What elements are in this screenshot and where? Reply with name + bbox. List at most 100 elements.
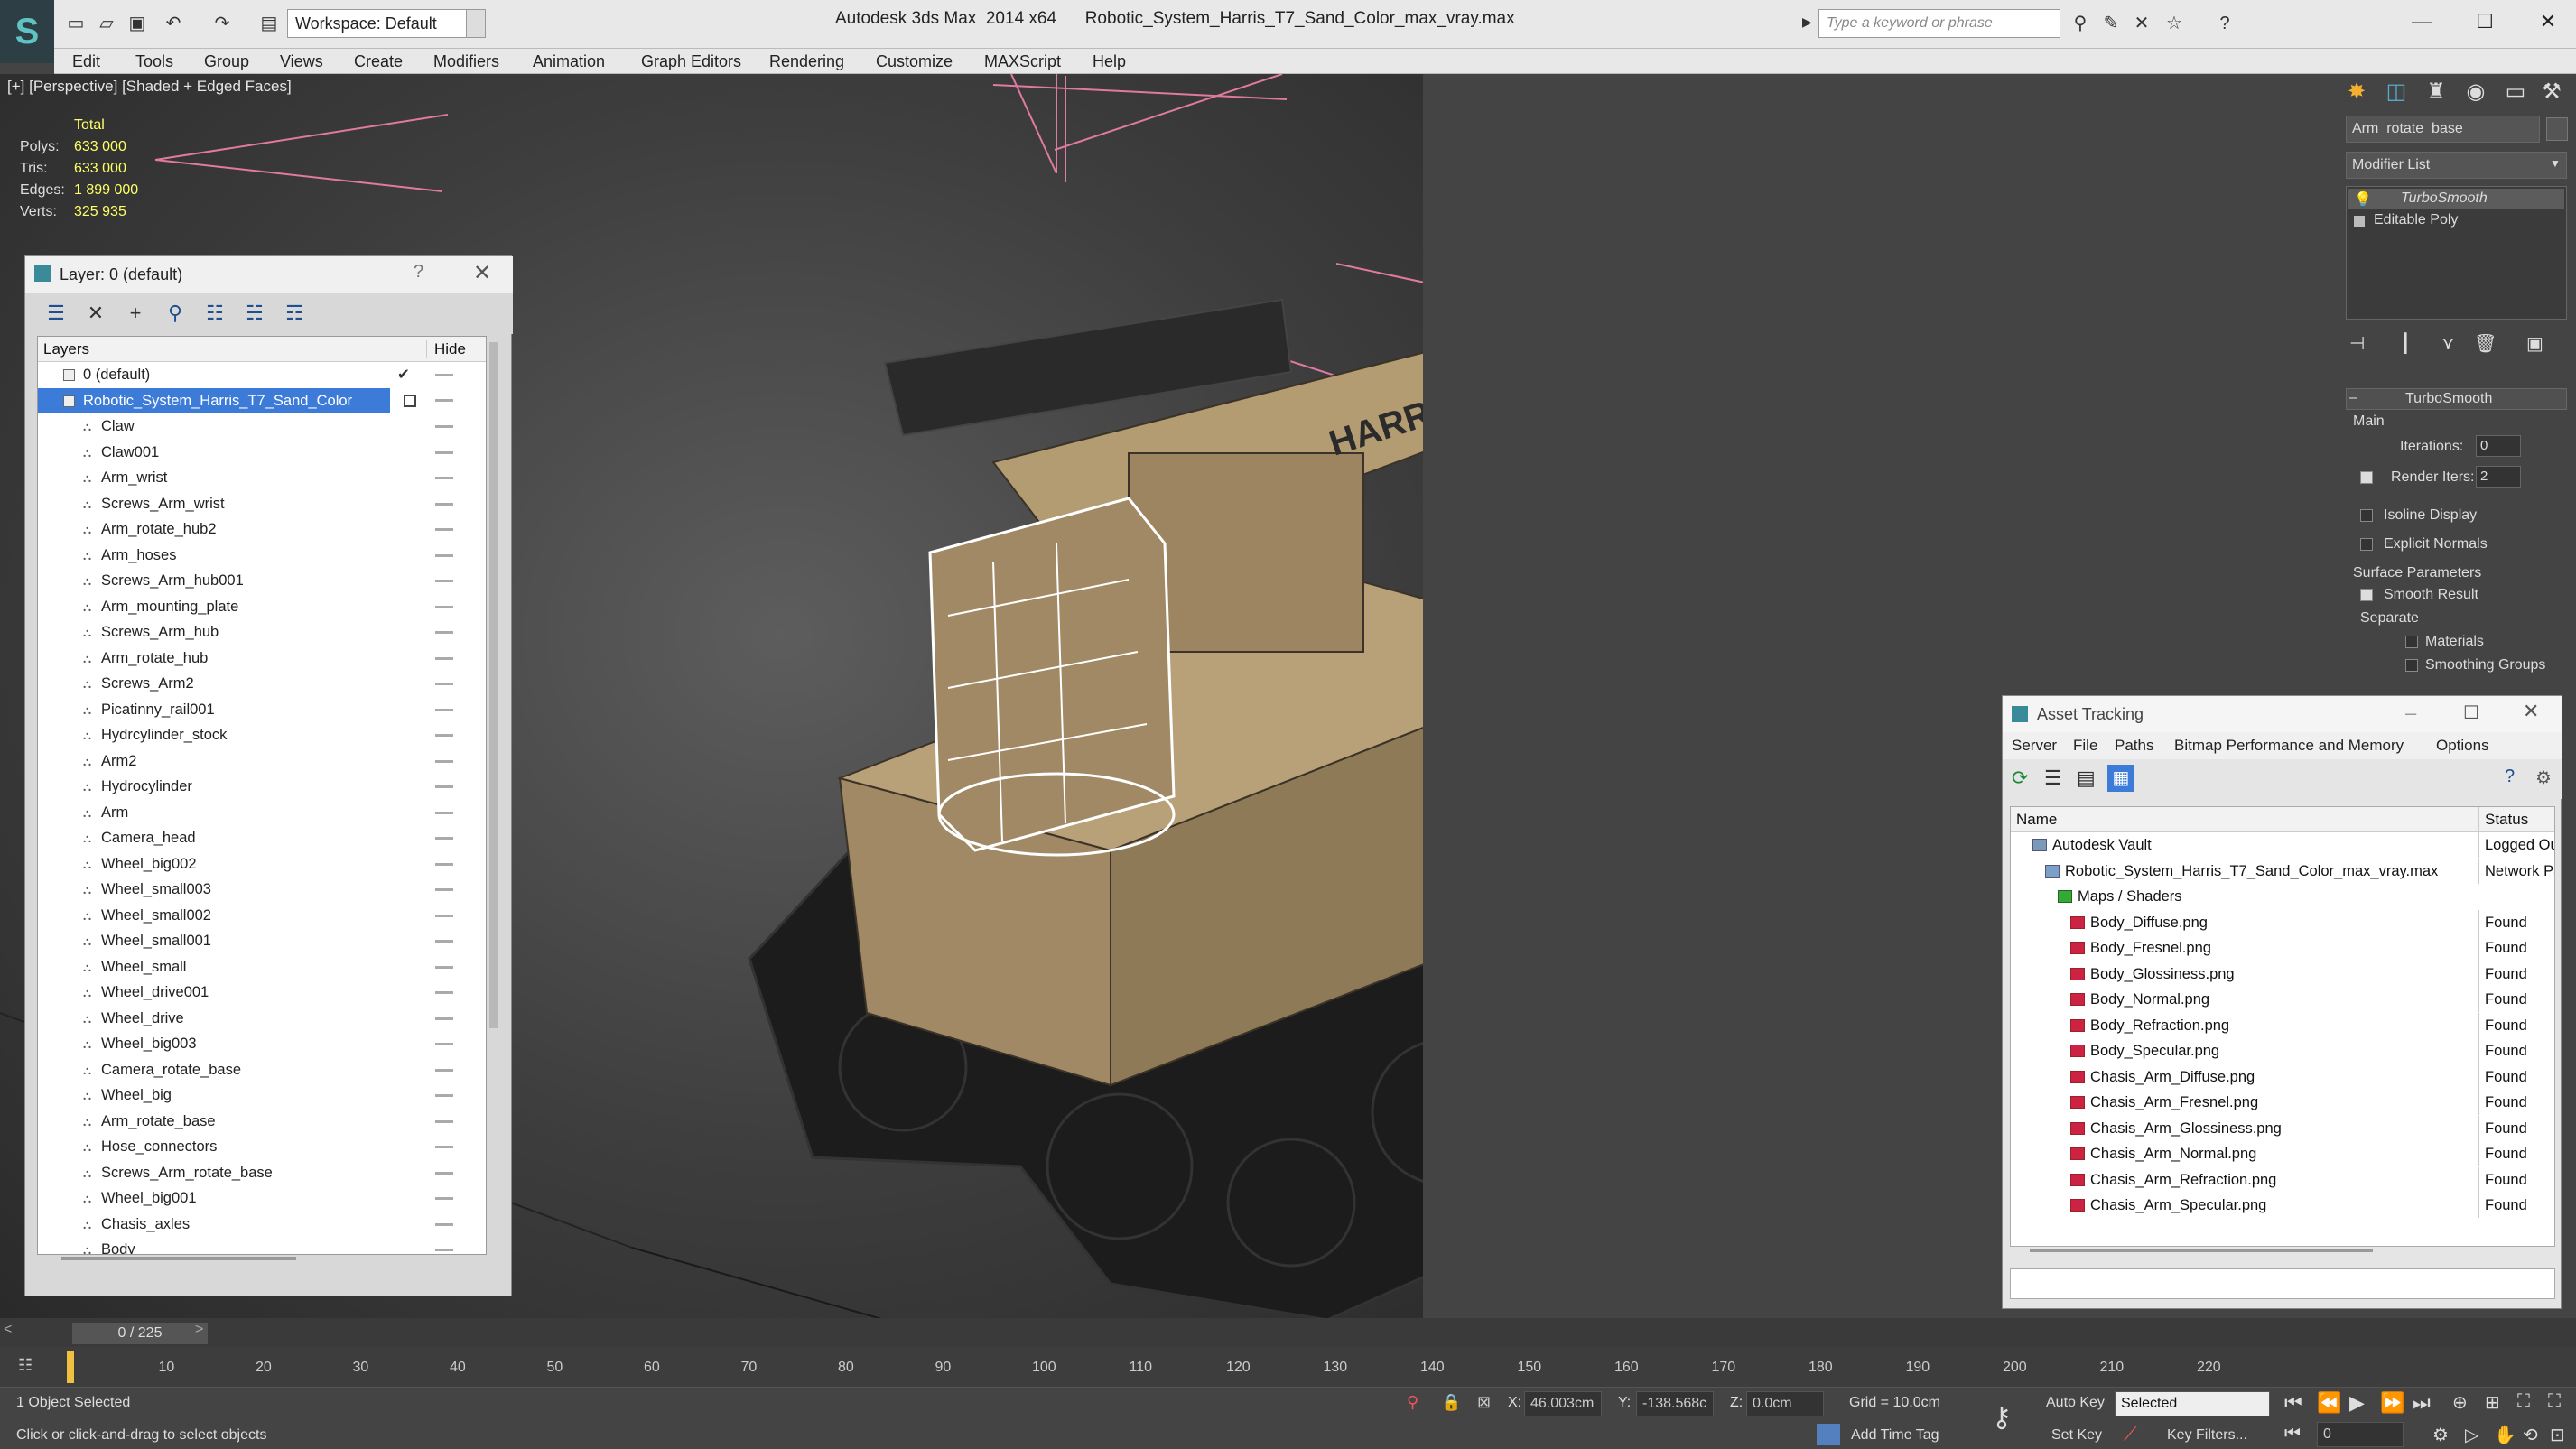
settings-icon[interactable]: ⚙: [2535, 766, 2552, 789]
smooth-result-checkbox[interactable]: [2360, 589, 2373, 601]
column-status[interactable]: Status: [2478, 807, 2528, 832]
curve-editor-icon[interactable]: ☷: [18, 1356, 33, 1375]
layer-object-row[interactable]: ⛬ Picatinny_rail001: [38, 697, 486, 723]
table-view-icon[interactable]: ▦: [2107, 765, 2134, 792]
horizontal-scrollbar[interactable]: [2030, 1249, 2373, 1252]
auto-key-button[interactable]: Auto Key: [2046, 1395, 2105, 1411]
hide-toggle[interactable]: [435, 502, 453, 506]
timeline-ruler[interactable]: ☷ 01020304050607080901001101201301401501…: [0, 1347, 2576, 1387]
show-end-result-icon[interactable]: ┃: [2400, 332, 2411, 355]
layer-object-row[interactable]: ⛬ Wheel_big001: [38, 1185, 486, 1212]
layer-object-row[interactable]: ⛬ Arm_mounting_plate: [38, 594, 486, 620]
asset-menu-file[interactable]: File: [2073, 732, 2097, 759]
orbit-icon[interactable]: ⟲: [2523, 1424, 2538, 1446]
project-folder-icon[interactable]: ▤: [256, 11, 282, 36]
hide-toggle[interactable]: [435, 785, 453, 788]
layer-scrollbar[interactable]: [489, 342, 498, 1028]
asset-row[interactable]: Autodesk Vault Logged Ou: [2011, 832, 2554, 859]
hide-toggle[interactable]: [435, 580, 453, 582]
key-icon[interactable]: ⚷: [1992, 1402, 2012, 1434]
layer-object-row[interactable]: ⛬ Claw001: [38, 440, 486, 466]
chevron-down-icon[interactable]: ▼: [2550, 157, 2561, 170]
layer-object-row[interactable]: ⛬ Arm_rotate_hub: [38, 646, 486, 672]
isoline-checkbox[interactable]: [2360, 509, 2373, 522]
hide-toggle[interactable]: [435, 1094, 453, 1097]
layer-object-row[interactable]: ⛬ Screws_Arm_rotate_base: [38, 1160, 486, 1186]
rollout-collapse-icon[interactable]: –: [2349, 390, 2357, 406]
horizontal-scrollbar[interactable]: [61, 1257, 296, 1260]
new-file-icon[interactable]: ▭: [63, 11, 88, 36]
time-config-icon[interactable]: ⚙: [2432, 1424, 2449, 1446]
asset-row[interactable]: Body_Fresnel.png Found: [2011, 935, 2554, 961]
layer-object-row[interactable]: ⛬ Screws_Arm_wrist: [38, 491, 486, 517]
asset-menu-bitmap[interactable]: Bitmap Performance and Memory: [2174, 732, 2404, 759]
hide-toggle[interactable]: [435, 734, 453, 737]
delete-layer-icon[interactable]: ✕: [81, 300, 110, 327]
lightbulb-icon[interactable]: 💡: [2354, 190, 2372, 209]
configure-modifier-sets-icon[interactable]: ▣: [2526, 332, 2543, 355]
save-icon[interactable]: ▣: [125, 11, 150, 36]
layer-object-row[interactable]: ⛬ Wheel_big002: [38, 851, 486, 878]
hide-toggle[interactable]: [435, 553, 453, 557]
asset-row[interactable]: Chasis_Arm_Refraction.png Found: [2011, 1166, 2554, 1194]
layer-object-row[interactable]: ⛬ Arm2: [38, 748, 486, 775]
create-layer-icon[interactable]: ☰: [42, 300, 70, 327]
menu-graph-editors[interactable]: Graph Editors: [641, 49, 741, 74]
render-iters-spinner[interactable]: 2: [2476, 466, 2521, 488]
zoom-extents-all-icon[interactable]: ⛶: [2548, 1391, 2561, 1412]
subscription-icon[interactable]: ✎: [2098, 11, 2124, 36]
layer-row-default[interactable]: 0 (default) ✔: [38, 362, 486, 388]
menu-maxscript[interactable]: MAXScript: [984, 49, 1061, 74]
hide-all-icon[interactable]: ☵: [240, 300, 269, 327]
layer-object-row[interactable]: ⛬ Wheel_small003: [38, 877, 486, 903]
layer-object-row[interactable]: ⛬ Arm_rotate_hub2: [38, 516, 486, 543]
hide-toggle[interactable]: [435, 991, 453, 994]
explicit-normals-checkbox[interactable]: [2360, 538, 2373, 551]
remove-modifier-icon[interactable]: 🗑: [2474, 332, 2497, 355]
create-tab-icon[interactable]: ✸: [2337, 74, 2376, 110]
modify-tab-icon[interactable]: ◫: [2376, 74, 2416, 110]
layer-object-row[interactable]: ⛬ Screws_Arm_hub: [38, 619, 486, 646]
set-key-button[interactable]: Set Key: [2051, 1427, 2102, 1444]
current-layer-box[interactable]: [404, 395, 416, 407]
hide-toggle[interactable]: [435, 399, 453, 402]
go-to-end-icon[interactable]: ⏭: [2413, 1391, 2431, 1415]
minimize-button[interactable]: —: [2402, 5, 2441, 38]
layer-dialog-title[interactable]: Layer: 0 (default): [25, 256, 513, 293]
key-mode-icon[interactable]: ⏮: [2284, 1424, 2301, 1444]
modifier-list-dropdown[interactable]: Modifier List: [2346, 152, 2567, 179]
menu-help[interactable]: Help: [1093, 49, 1126, 74]
close-icon[interactable]: ✕: [2523, 700, 2539, 723]
smoothing-groups-checkbox[interactable]: [2405, 659, 2418, 672]
pan-icon[interactable]: ✋: [2494, 1424, 2516, 1446]
asset-row[interactable]: Robotic_System_Harris_T7_Sand_Color_max_…: [2011, 858, 2554, 885]
next-frame-icon[interactable]: >: [195, 1322, 203, 1338]
asset-row[interactable]: Body_Specular.png Found: [2011, 1038, 2554, 1064]
chevron-down-icon[interactable]: ▼: [466, 9, 486, 38]
play-icon[interactable]: ▶: [2349, 1391, 2365, 1415]
freeze-all-icon[interactable]: ☶: [280, 300, 309, 327]
layer-object-row[interactable]: ⛬ Claw: [38, 413, 486, 440]
hide-toggle[interactable]: [435, 1146, 453, 1148]
time-slider-thumb[interactable]: 0 / 225: [72, 1323, 208, 1344]
prev-frame-icon[interactable]: <: [4, 1322, 12, 1338]
materials-checkbox[interactable]: [2405, 636, 2418, 648]
app-logo-icon[interactable]: S: [0, 0, 54, 63]
hide-toggle[interactable]: [435, 374, 453, 376]
menu-modifiers[interactable]: Modifiers: [433, 49, 499, 74]
maximize-viewport-icon[interactable]: ⊡: [2550, 1424, 2565, 1446]
close-button[interactable]: ✕: [2528, 5, 2568, 38]
hide-toggle[interactable]: [435, 811, 453, 814]
menu-create[interactable]: Create: [354, 49, 403, 74]
layer-object-row[interactable]: ⛬ Body: [38, 1237, 486, 1254]
layer-object-row[interactable]: ⛬ Wheel_small001: [38, 928, 486, 954]
redo-icon[interactable]: ↷: [209, 11, 235, 36]
layer-object-row[interactable]: ⛬ Arm_wrist: [38, 465, 486, 491]
add-to-layer-icon[interactable]: +: [121, 300, 150, 327]
layer-object-row[interactable]: ⛬ Hydrcylinder_stock: [38, 722, 486, 748]
asset-row[interactable]: Body_Refraction.png Found: [2011, 1012, 2554, 1039]
layer-object-row[interactable]: ⛬ Camera_head: [38, 825, 486, 851]
next-frame-icon[interactable]: ⏩: [2380, 1391, 2404, 1415]
asset-menu-paths[interactable]: Paths: [2115, 732, 2153, 759]
object-color-swatch[interactable]: [2546, 117, 2568, 141]
